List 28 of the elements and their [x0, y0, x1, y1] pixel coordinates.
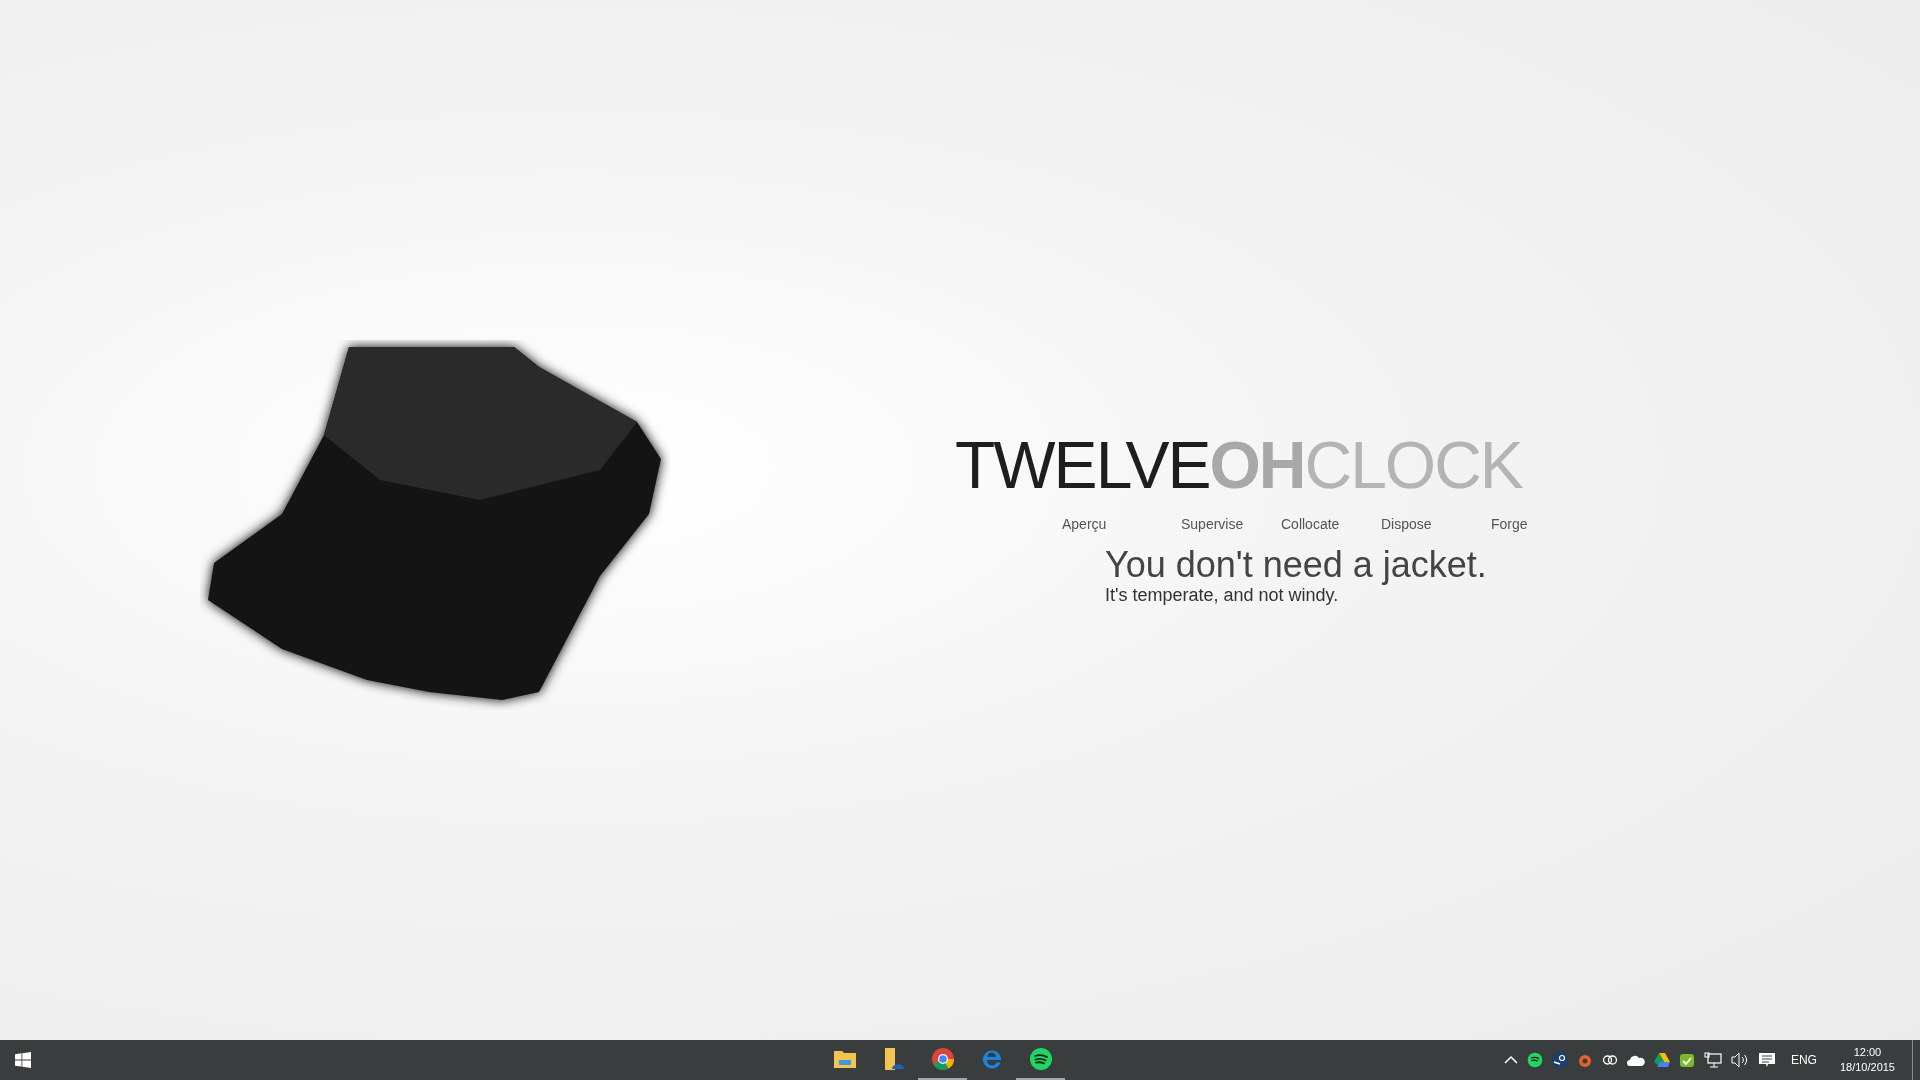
- cloud-icon[interactable]: [1626, 1054, 1645, 1066]
- show-desktop-button[interactable]: [1912, 1040, 1916, 1080]
- linked-rings-icon[interactable]: [1601, 1054, 1618, 1066]
- nav-link[interactable]: Supervise: [1181, 516, 1244, 532]
- chevron-up-icon[interactable]: [1503, 1055, 1518, 1065]
- network-icon[interactable]: [1703, 1052, 1722, 1068]
- ring-tray-icon[interactable]: [1576, 1052, 1593, 1068]
- weather-detail: It's temperate, and not windy.: [1105, 585, 1340, 605]
- windows-logo-icon: [15, 1052, 31, 1068]
- clock-button[interactable]: 12:00 18/10/2015: [1831, 1045, 1903, 1075]
- notification-icon[interactable]: [1757, 1051, 1776, 1069]
- nav-link[interactable]: Aperçu: [1062, 516, 1107, 532]
- title-text: TWELVE: [955, 432, 1210, 498]
- nav-link[interactable]: Forge: [1491, 516, 1528, 532]
- folder-icon: [832, 1049, 857, 1069]
- browser-icon: [930, 1047, 955, 1071]
- speaker-icon[interactable]: [1730, 1052, 1749, 1068]
- title-text: OH: [1209, 432, 1305, 498]
- nav-link[interactable]: Collocate: [1281, 516, 1340, 532]
- check-tray-icon[interactable]: [1678, 1052, 1695, 1068]
- title-text: CLOCK: [1304, 432, 1522, 498]
- music-app-icon: [1028, 1047, 1053, 1071]
- triangle-drive-icon[interactable]: [1653, 1053, 1670, 1067]
- music-tray-icon[interactable]: [1526, 1052, 1543, 1068]
- language-indicator[interactable]: ENG: [1784, 1051, 1823, 1069]
- weather-headline: You don't need a jacket.: [1105, 545, 1488, 585]
- browser-e-icon: [980, 1048, 1003, 1070]
- nav-link[interactable]: Dispose: [1381, 516, 1432, 532]
